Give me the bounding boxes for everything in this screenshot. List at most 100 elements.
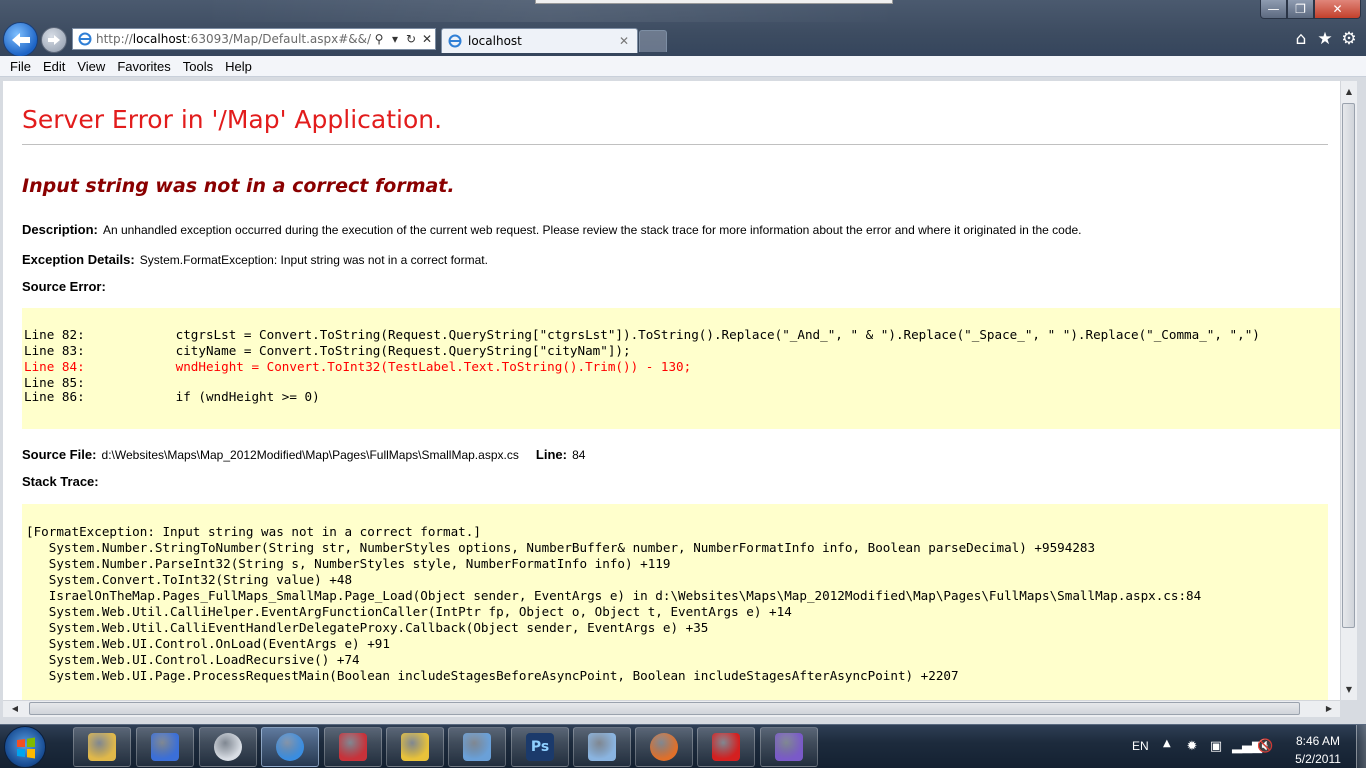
menu-edit[interactable]: Edit xyxy=(37,56,71,77)
maximize-button[interactable]: ❐ xyxy=(1287,0,1314,19)
scroll-left-icon[interactable]: ◀ xyxy=(9,704,21,713)
ie-tester-icon xyxy=(401,733,429,761)
menu-bar: File Edit View Favorites Tools Help xyxy=(0,56,1366,77)
stack-line: System.Number.ParseInt32(String s, Numbe… xyxy=(26,556,671,571)
stack-line: IsraelOnTheMap.Pages_FullMaps_SmallMap.P… xyxy=(26,588,1202,603)
description-label: Description: xyxy=(22,222,98,237)
tray-app-icon[interactable]: ✹ xyxy=(1184,739,1200,755)
source-code-box: Line 82: ctgrsLst = Convert.ToString(Req… xyxy=(22,308,1340,429)
dropdown-icon[interactable]: ▾ xyxy=(387,32,403,46)
start-button[interactable] xyxy=(4,726,46,768)
line-number: 84 xyxy=(572,448,586,462)
search-icon[interactable]: ⚲ xyxy=(371,32,387,46)
source-line-highlighted: Line 84: wndHeight = Convert.ToInt32(Tes… xyxy=(24,359,692,374)
control-panel-icon xyxy=(463,733,491,761)
favorites-star-icon[interactable]: ★ xyxy=(1314,28,1336,50)
overlay-window-edge xyxy=(535,0,893,4)
back-button[interactable] xyxy=(3,22,38,57)
taskbar-button-control-panel[interactable] xyxy=(448,727,506,767)
stack-line: System.Web.Util.CalliHelper.EventArgFunc… xyxy=(26,604,792,619)
source-error-label: Source Error: xyxy=(22,279,106,294)
taskbar-button-windows-explorer[interactable] xyxy=(73,727,131,767)
taskbar-button-paint[interactable] xyxy=(573,727,631,767)
tools-gear-icon[interactable]: ⚙ xyxy=(1338,28,1360,50)
taskbar-button-messenger[interactable] xyxy=(136,727,194,767)
menu-view[interactable]: View xyxy=(71,56,111,77)
splat-app-icon xyxy=(712,733,740,761)
taskbar-button-internet-explorer[interactable] xyxy=(261,727,319,767)
stack-line: System.Number.StringToNumber(String str,… xyxy=(26,540,1096,555)
pin-app-icon xyxy=(339,733,367,761)
stack-line: System.Web.UI.Control.OnLoad(EventArgs e… xyxy=(26,636,390,651)
source-file-label: Source File: xyxy=(22,447,97,462)
show-desktop-button[interactable] xyxy=(1356,725,1366,768)
line-label: Line: xyxy=(535,447,567,462)
taskbar-button-splat-app[interactable] xyxy=(697,727,755,767)
home-icon[interactable]: ⌂ xyxy=(1290,28,1312,50)
description-row: Description: An unhandled exception occu… xyxy=(22,219,1082,238)
source-line: Line 86: if (wndHeight >= 0) xyxy=(24,389,320,404)
close-window-button[interactable]: ✕ xyxy=(1314,0,1361,19)
description-text: An unhandled exception occurred during t… xyxy=(102,223,1082,237)
paint-icon xyxy=(588,733,616,761)
menu-tools[interactable]: Tools xyxy=(177,56,219,77)
stack-line: System.Convert.ToInt32(String value) +48 xyxy=(26,572,353,587)
windows-logo-icon xyxy=(17,737,35,759)
taskbar-button-pin-app[interactable] xyxy=(324,727,382,767)
internet-explorer-icon xyxy=(276,733,304,761)
volume-muted-icon[interactable]: 🔇 xyxy=(1257,739,1273,755)
firefox-icon xyxy=(650,733,678,761)
taskbar-button-ie-tester[interactable] xyxy=(386,727,444,767)
back-arrow-icon xyxy=(11,32,30,47)
windows-explorer-icon xyxy=(88,733,116,761)
source-file-path: d:\Websites\Maps\Map_2012Modified\Map\Pa… xyxy=(101,448,519,462)
source-line: Line 82: ctgrsLst = Convert.ToString(Req… xyxy=(24,327,1260,342)
show-hidden-icons[interactable]: ▲ xyxy=(1163,738,1171,749)
exception-row: Exception Details: System.FormatExceptio… xyxy=(22,249,488,268)
exception-text: System.FormatException: Input string was… xyxy=(139,253,488,267)
taskbar-button-firefox[interactable] xyxy=(635,727,693,767)
url-text[interactable]: http://localhost:63093/Map/Default.aspx#… xyxy=(96,32,371,46)
clock-app-icon xyxy=(214,733,242,761)
forward-arrow-icon xyxy=(48,35,60,45)
horizontal-scroll-thumb[interactable] xyxy=(29,702,1300,715)
source-line: Line 83: cityName = Convert.ToString(Req… xyxy=(24,343,631,358)
scroll-down-icon[interactable]: ▼ xyxy=(1343,685,1355,694)
menu-help[interactable]: Help xyxy=(219,56,258,77)
clock-time[interactable]: 8:46 AM xyxy=(1290,734,1346,748)
page-title: Server Error in '/Map' Application. xyxy=(22,105,443,134)
taskbar-button-visual-studio[interactable] xyxy=(760,727,818,767)
ie-page-icon xyxy=(78,32,92,46)
stack-line: System.Web.UI.Page.ProcessRequestMain(Bo… xyxy=(26,668,959,683)
menu-file[interactable]: File xyxy=(4,56,37,77)
error-message: Input string was not in a correct format… xyxy=(22,175,455,197)
refresh-icon[interactable]: ↻ xyxy=(403,32,419,46)
exception-label: Exception Details: xyxy=(22,252,135,267)
taskbar-button-photoshop[interactable]: Ps xyxy=(511,727,569,767)
scroll-up-icon[interactable]: ▲ xyxy=(1343,87,1355,96)
address-bar[interactable]: http://localhost:63093/Map/Default.aspx#… xyxy=(72,28,436,50)
ie-tab-icon xyxy=(448,34,462,48)
tab-localhost[interactable]: localhost ✕ xyxy=(441,28,638,53)
new-tab-button[interactable] xyxy=(639,30,667,52)
title-divider xyxy=(22,144,1328,145)
stack-line: System.Web.UI.Control.LoadRecursive() +7… xyxy=(26,652,360,667)
stack-line: [FormatException: Input string was not i… xyxy=(26,524,481,539)
visual-studio-icon xyxy=(775,733,803,761)
tab-title: localhost xyxy=(468,34,522,48)
forward-button[interactable] xyxy=(41,27,67,53)
language-indicator[interactable]: EN xyxy=(1132,739,1149,753)
messenger-icon xyxy=(151,733,179,761)
vertical-scroll-thumb[interactable] xyxy=(1342,103,1355,628)
scroll-right-icon[interactable]: ▶ xyxy=(1323,704,1335,713)
menu-favorites[interactable]: Favorites xyxy=(111,56,176,77)
tab-close-icon[interactable]: ✕ xyxy=(619,34,637,48)
stack-trace-box: [FormatException: Input string was not i… xyxy=(22,504,1328,700)
minimize-button[interactable]: — xyxy=(1260,0,1287,19)
tray-device-icon[interactable]: ▣ xyxy=(1208,739,1224,755)
photoshop-icon: Ps xyxy=(526,733,554,761)
taskbar-button-clock-app[interactable] xyxy=(199,727,257,767)
network-icon[interactable]: ▂▄▆ xyxy=(1232,739,1262,755)
stop-icon[interactable]: ✕ xyxy=(419,32,435,46)
clock-date[interactable]: 5/2/2011 xyxy=(1290,752,1346,766)
